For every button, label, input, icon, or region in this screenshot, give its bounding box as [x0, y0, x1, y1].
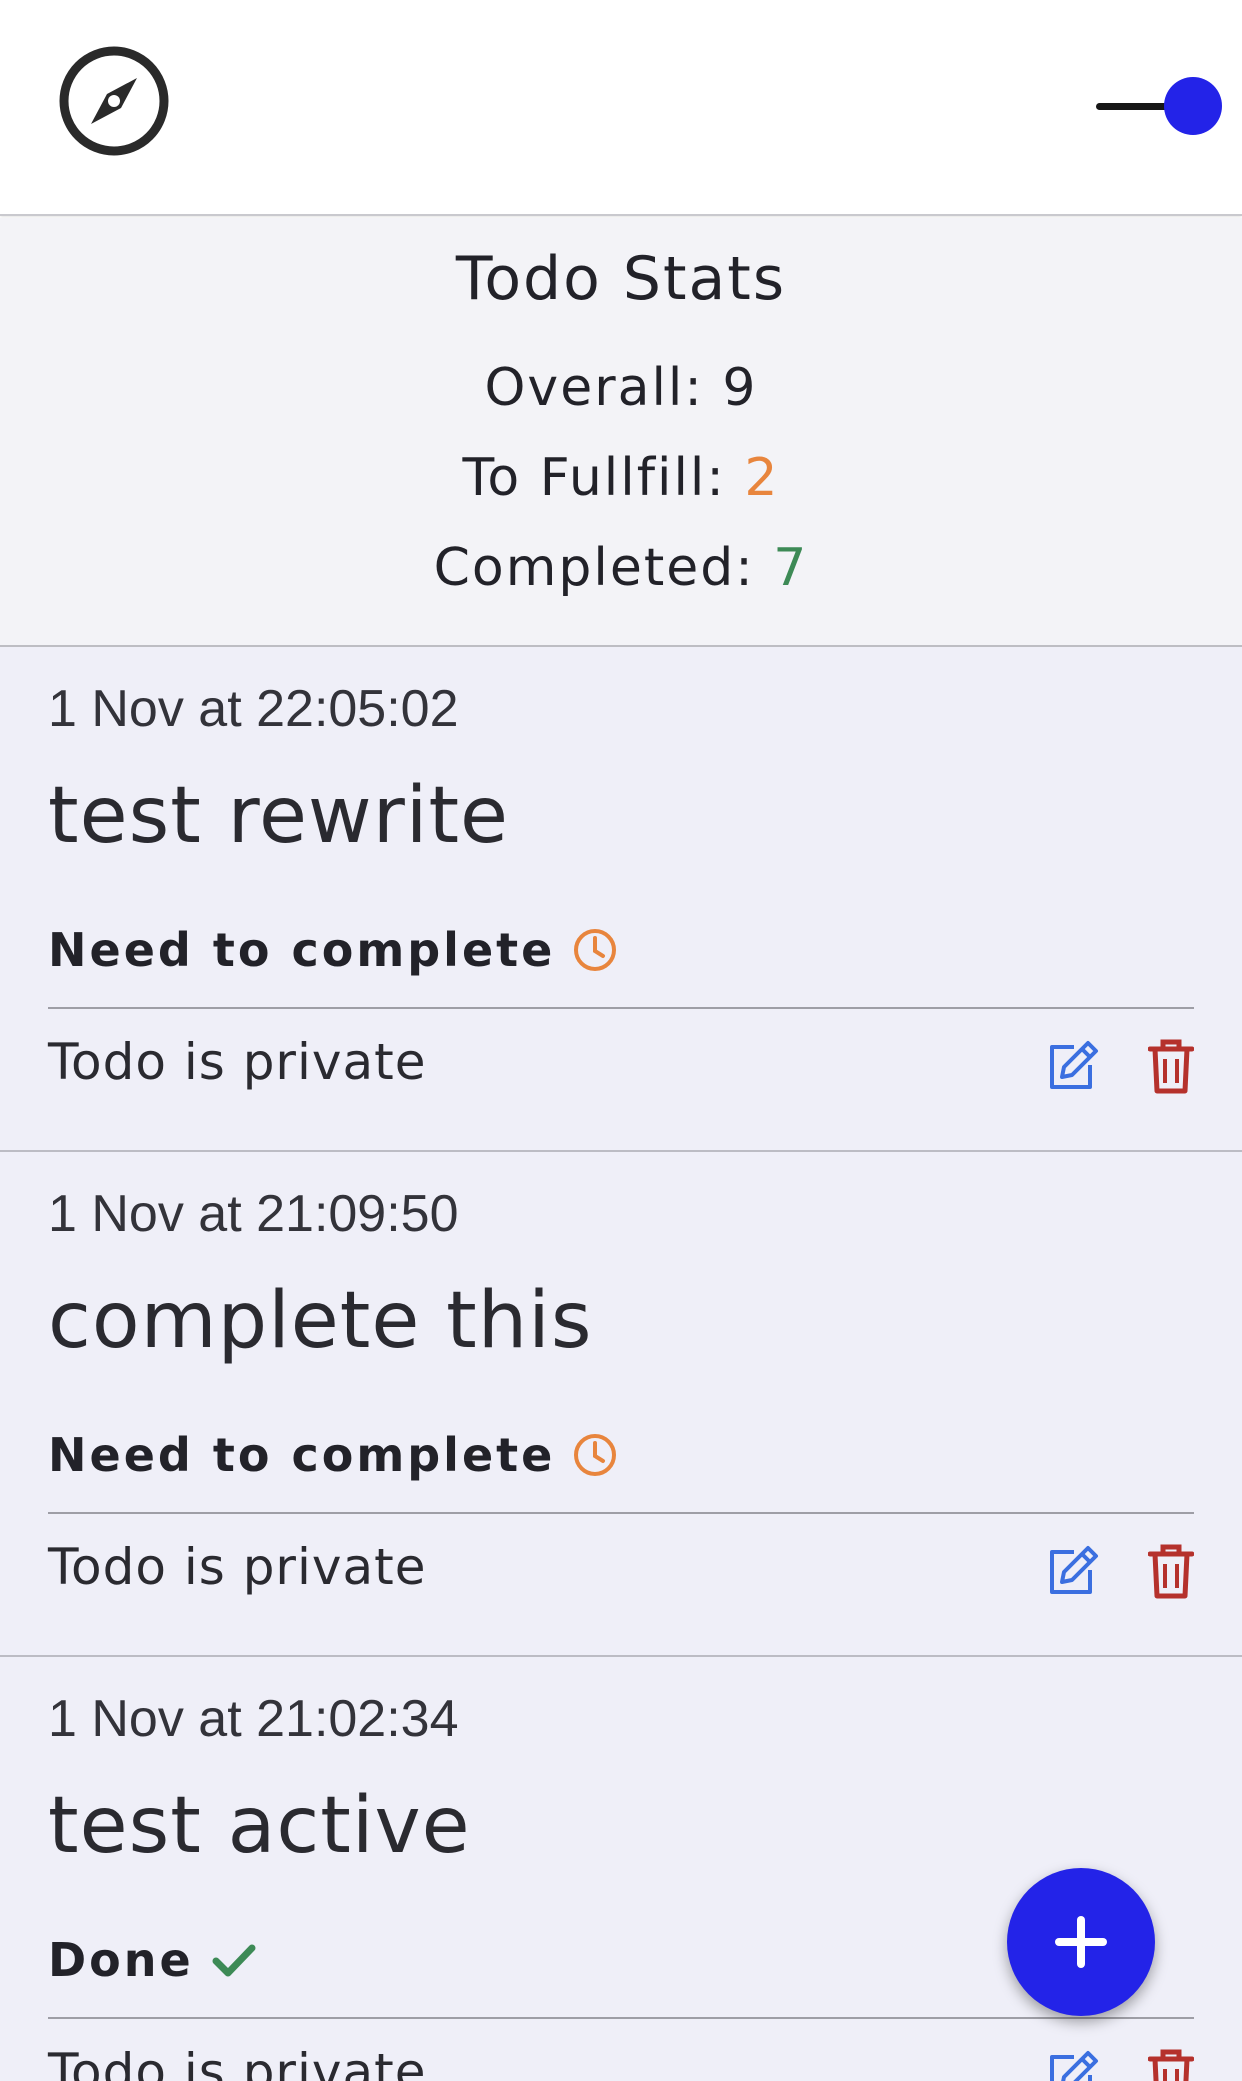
stat-completed-label: Completed:: [433, 538, 755, 598]
todo-privacy: Todo is private: [48, 2043, 427, 2081]
todo-date: 1 Nov at 21:09:50: [48, 1185, 459, 1243]
clock-icon: [574, 1434, 617, 1476]
stat-to-fulfill-value: 2: [744, 448, 780, 508]
check-icon: [212, 1944, 256, 1977]
app-header: [0, 0, 1242, 216]
todo-card: 1 Nov at 21:02:34 test active Done Todo …: [0, 1657, 1242, 2081]
theme-toggle[interactable]: [1096, 76, 1222, 136]
todo-status: Done: [48, 1933, 258, 1987]
card-divider: [48, 2017, 1194, 2019]
stat-to-fulfill: To Fullfill: 2: [0, 448, 1242, 508]
plus-icon: [1055, 1916, 1107, 1968]
todo-title: test active: [48, 1781, 471, 1871]
todo-date: 1 Nov at 21:02:34: [48, 1690, 459, 1748]
stat-completed-value: 7: [773, 538, 809, 598]
todo-status-label: Done: [48, 1933, 194, 1987]
stat-to-fulfill-label: To Fullfill:: [462, 448, 726, 508]
edit-icon[interactable]: [1044, 2049, 1100, 2081]
stat-overall: Overall: 9: [0, 358, 1242, 418]
todo-privacy: Todo is private: [48, 1538, 427, 1596]
todo-status-label: Need to complete: [48, 923, 556, 977]
todo-privacy: Todo is private: [48, 1033, 427, 1091]
edit-icon[interactable]: [1044, 1544, 1100, 1600]
card-divider: [48, 1007, 1194, 1009]
toggle-knob: [1164, 77, 1222, 135]
add-todo-button[interactable]: [1007, 1868, 1155, 2016]
trash-icon[interactable]: [1148, 1542, 1194, 1600]
clock-icon: [574, 929, 617, 971]
trash-icon[interactable]: [1148, 2047, 1194, 2081]
todo-status: Need to complete: [48, 923, 619, 977]
todo-status-label: Need to complete: [48, 1428, 556, 1482]
edit-icon[interactable]: [1044, 1039, 1100, 1095]
todo-title: test rewrite: [48, 771, 510, 861]
compass-icon[interactable]: [57, 44, 171, 158]
trash-icon[interactable]: [1148, 1037, 1194, 1095]
todo-card: 1 Nov at 22:05:02 test rewrite Need to c…: [0, 647, 1242, 1152]
stat-completed: Completed: 7: [0, 538, 1242, 598]
card-divider: [48, 1512, 1194, 1514]
todo-stats-panel: Todo Stats Overall: 9 To Fullfill: 2 Com…: [0, 218, 1242, 647]
todo-card: 1 Nov at 21:09:50 complete this Need to …: [0, 1152, 1242, 1657]
stats-title: Todo Stats: [455, 244, 787, 314]
todo-title: complete this: [48, 1276, 593, 1366]
todo-date: 1 Nov at 22:05:02: [48, 680, 459, 738]
stat-overall-value: 9: [722, 358, 758, 418]
todo-status: Need to complete: [48, 1428, 619, 1482]
stat-overall-label: Overall:: [484, 358, 704, 418]
